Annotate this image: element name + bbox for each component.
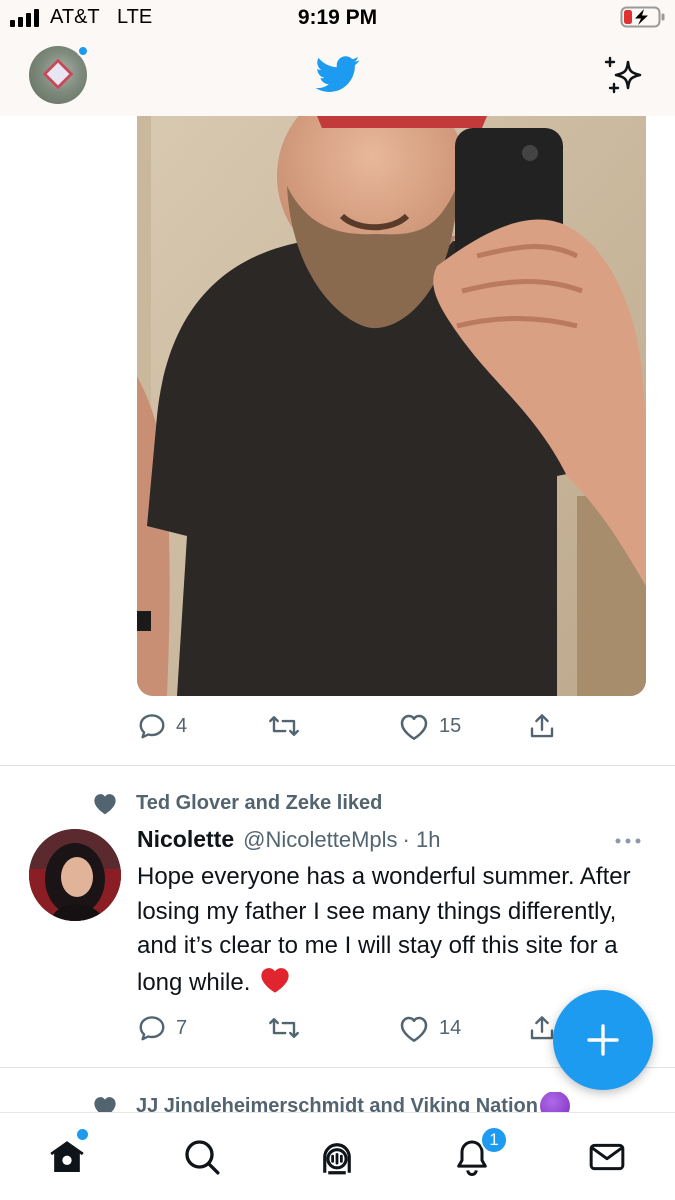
more-options-icon[interactable] (612, 834, 644, 848)
plus-icon (587, 1024, 619, 1056)
timeline-header (0, 36, 675, 116)
status-bar: AT&T LTE 9:19 PM (0, 0, 675, 36)
tweet-text: Hope everyone has a wonderful summer. Af… (137, 860, 647, 1004)
tweet-divider (0, 765, 675, 766)
retweet-icon (269, 1018, 299, 1038)
tab-spaces[interactable] (313, 1133, 361, 1181)
reply-icon (139, 714, 165, 739)
heart-filled-icon (94, 794, 116, 815)
tweet-body-text: Hope everyone has a wonderful summer. Af… (137, 863, 631, 996)
reply-icon (139, 1016, 165, 1041)
retweet-icon (269, 716, 299, 736)
author-handle[interactable]: @NicoletteMpls (243, 827, 397, 853)
tab-home[interactable] (43, 1133, 91, 1181)
tab-messages[interactable] (583, 1133, 631, 1181)
reply-count: 4 (176, 714, 188, 737)
red-heart-icon (258, 964, 292, 1005)
tweet-actions: 7 14 (137, 1011, 577, 1045)
share-button[interactable] (527, 709, 557, 743)
sparkle-icon[interactable] (602, 54, 646, 98)
home-new-content-dot (77, 1129, 88, 1140)
battery-charging-icon (620, 6, 665, 28)
search-icon (185, 1140, 220, 1175)
notification-dot (77, 45, 89, 57)
like-count: 15 (439, 714, 462, 737)
like-button[interactable]: 14 (398, 1011, 461, 1045)
reply-count: 7 (176, 1016, 188, 1039)
selfie-photo (137, 116, 646, 696)
heart-icon (400, 714, 428, 740)
social-context[interactable]: Ted Glover and Zeke liked (90, 789, 382, 817)
spaces-icon (323, 1143, 351, 1175)
messages-icon (589, 1143, 625, 1171)
social-context-text: Ted Glover and Zeke liked (136, 791, 383, 814)
author-name[interactable]: Nicolette (137, 826, 234, 853)
retweet-button[interactable] (267, 1011, 301, 1045)
twitter-bird-icon[interactable] (314, 52, 362, 96)
tab-search[interactable] (178, 1133, 226, 1181)
compose-tweet-button[interactable] (553, 990, 653, 1090)
tweet-media-photo[interactable] (137, 116, 646, 696)
profile-menu-button[interactable] (29, 45, 89, 104)
tweet-timestamp[interactable]: · 1h (403, 827, 441, 853)
author-avatar[interactable] (29, 829, 121, 921)
reply-button[interactable]: 7 (137, 1011, 187, 1045)
tweet-header: Nicolette @NicoletteMpls · 1h (137, 826, 440, 858)
tweet-actions: 4 15 (137, 709, 577, 743)
like-button[interactable]: 15 (398, 709, 461, 743)
like-count: 14 (439, 1016, 462, 1039)
retweet-button[interactable] (267, 709, 301, 743)
status-time: 9:19 PM (297, 6, 378, 29)
notification-badge: 1 (480, 1126, 508, 1154)
bottom-tab-bar (0, 1112, 675, 1200)
reply-button[interactable]: 4 (137, 709, 187, 743)
home-icon (50, 1141, 84, 1172)
heart-icon (400, 1016, 428, 1042)
share-icon (530, 714, 554, 738)
